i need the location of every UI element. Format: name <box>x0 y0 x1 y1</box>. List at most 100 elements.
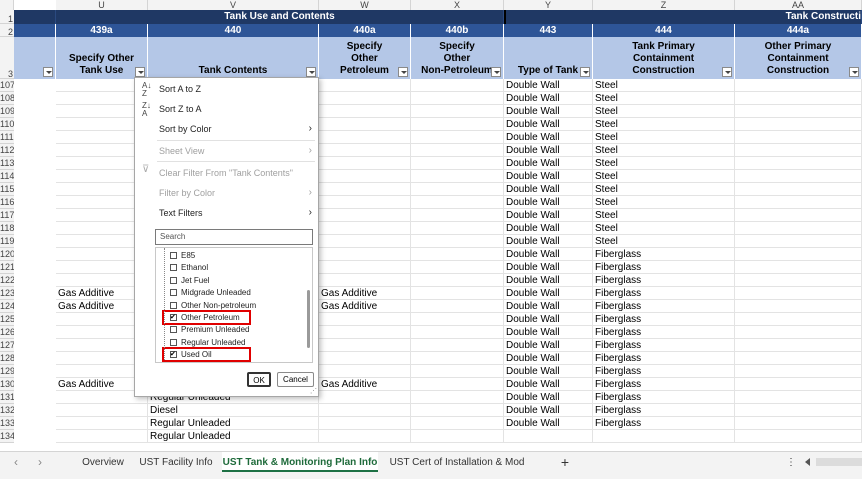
table-cell[interactable]: Gas Additive <box>319 300 411 313</box>
table-cell[interactable] <box>735 131 862 144</box>
field-code-cell[interactable]: 439a <box>56 24 148 37</box>
table-cell[interactable]: Double Wall <box>504 417 593 430</box>
row-number[interactable]: 3 <box>0 37 14 79</box>
table-cell[interactable]: Fiberglass <box>593 404 735 417</box>
row-number[interactable]: 118 <box>0 222 14 235</box>
table-cell[interactable] <box>735 248 862 261</box>
row-number[interactable]: 126 <box>0 326 14 339</box>
row-number[interactable]: 109 <box>0 105 14 118</box>
table-cell[interactable] <box>735 339 862 352</box>
table-cell[interactable] <box>735 287 862 300</box>
row-number[interactable]: 124 <box>0 300 14 313</box>
filter-value-checkbox[interactable] <box>170 289 177 297</box>
row-number[interactable]: 107 <box>0 79 14 92</box>
table-cell[interactable]: Double Wall <box>504 391 593 404</box>
table-cell[interactable] <box>735 378 862 391</box>
table-cell[interactable] <box>735 326 862 339</box>
column-letter-aa[interactable]: AA <box>735 0 862 10</box>
field-code-cell[interactable]: 444a <box>735 24 862 37</box>
table-cell[interactable]: Double Wall <box>504 183 593 196</box>
row-number[interactable]: 2 <box>0 24 14 37</box>
table-cell[interactable] <box>411 313 504 326</box>
table-cell[interactable] <box>411 209 504 222</box>
table-cell[interactable]: Regular Unleaded <box>148 417 319 430</box>
table-cell[interactable] <box>735 235 862 248</box>
table-cell[interactable]: Fiberglass <box>593 365 735 378</box>
table-cell[interactable]: Steel <box>593 105 735 118</box>
table-cell[interactable]: Double Wall <box>504 157 593 170</box>
table-cell[interactable]: Double Wall <box>504 404 593 417</box>
table-cell[interactable]: Steel <box>593 92 735 105</box>
table-cell[interactable] <box>735 222 862 235</box>
field-code-cell[interactable] <box>14 24 56 37</box>
table-cell[interactable] <box>735 79 862 92</box>
row-number[interactable]: 131 <box>0 391 14 404</box>
select-all-corner[interactable] <box>0 0 14 10</box>
table-cell[interactable] <box>411 339 504 352</box>
table-cell[interactable]: Double Wall <box>504 248 593 261</box>
filter-dropdown-button[interactable] <box>398 67 408 77</box>
row-number[interactable]: 115 <box>0 183 14 196</box>
table-cell[interactable] <box>735 170 862 183</box>
table-cell[interactable] <box>411 287 504 300</box>
text-filters-item[interactable]: Text Filters › <box>135 204 318 222</box>
table-cell[interactable] <box>411 183 504 196</box>
row-number[interactable]: 111 <box>0 131 14 144</box>
table-cell[interactable] <box>411 404 504 417</box>
filter-value-checkbox[interactable] <box>170 301 177 309</box>
table-cell[interactable] <box>411 222 504 235</box>
table-cell[interactable]: Diesel <box>148 404 319 417</box>
field-code-cell[interactable]: 444 <box>593 24 735 37</box>
column-header[interactable]: Tank Primary Containment Construction <box>593 37 735 79</box>
column-letter-x[interactable]: X <box>411 0 504 10</box>
add-sheet-button[interactable]: + <box>556 452 574 473</box>
table-cell[interactable] <box>735 92 862 105</box>
scroll-right-icon[interactable]: › <box>38 452 42 473</box>
table-cell[interactable] <box>411 196 504 209</box>
table-cell[interactable]: Fiberglass <box>593 313 735 326</box>
field-code-cell[interactable]: 440a <box>319 24 411 37</box>
table-cell[interactable]: Double Wall <box>504 118 593 131</box>
table-cell[interactable]: Fiberglass <box>593 300 735 313</box>
table-cell[interactable]: Gas Additive <box>319 287 411 300</box>
table-cell[interactable]: Regular Unleaded <box>148 430 319 443</box>
table-cell[interactable] <box>735 261 862 274</box>
section-title-tank-construction[interactable]: Tank Constructi <box>504 10 862 24</box>
table-cell[interactable]: Fiberglass <box>593 391 735 404</box>
table-cell[interactable] <box>735 352 862 365</box>
table-cell[interactable]: Double Wall <box>504 313 593 326</box>
column-header[interactable]: Specify Other Petroleum <box>319 37 411 79</box>
table-cell[interactable]: Fiberglass <box>593 326 735 339</box>
table-cell[interactable]: Double Wall <box>504 365 593 378</box>
table-cell[interactable] <box>319 170 411 183</box>
table-cell[interactable] <box>735 313 862 326</box>
table-cell[interactable] <box>735 417 862 430</box>
table-cell[interactable] <box>319 183 411 196</box>
table-cell[interactable] <box>504 430 593 443</box>
filter-value-item[interactable]: E85 <box>170 250 290 262</box>
section-title-tank-use[interactable]: Tank Use and Contents <box>56 10 504 24</box>
row-number[interactable]: 122 <box>0 274 14 287</box>
table-cell[interactable] <box>735 391 862 404</box>
sort-a-to-z-item[interactable]: A↓ Z Sort A to Z <box>135 80 318 98</box>
table-cell[interactable]: Steel <box>593 79 735 92</box>
sort-by-color-item[interactable]: Sort by Color › <box>135 120 318 138</box>
table-cell[interactable]: Double Wall <box>504 352 593 365</box>
table-cell[interactable] <box>411 430 504 443</box>
row-number[interactable]: 123 <box>0 287 14 300</box>
filter-value-checkbox[interactable] <box>170 264 177 272</box>
table-cell[interactable] <box>411 92 504 105</box>
tab-ust-facility-info[interactable]: UST Facility Info <box>136 452 216 473</box>
column-header[interactable] <box>14 37 56 79</box>
table-cell[interactable]: Double Wall <box>504 196 593 209</box>
table-cell[interactable] <box>735 144 862 157</box>
filter-dropdown-button[interactable] <box>491 67 501 77</box>
table-cell[interactable] <box>411 144 504 157</box>
horizontal-scroll-left-icon[interactable] <box>805 458 810 466</box>
row-number[interactable]: 119 <box>0 235 14 248</box>
table-cell[interactable] <box>411 365 504 378</box>
table-cell[interactable] <box>735 404 862 417</box>
ok-button[interactable]: OK <box>247 372 271 387</box>
filter-value-checkbox[interactable] <box>170 252 177 259</box>
table-cell[interactable]: Fiberglass <box>593 274 735 287</box>
